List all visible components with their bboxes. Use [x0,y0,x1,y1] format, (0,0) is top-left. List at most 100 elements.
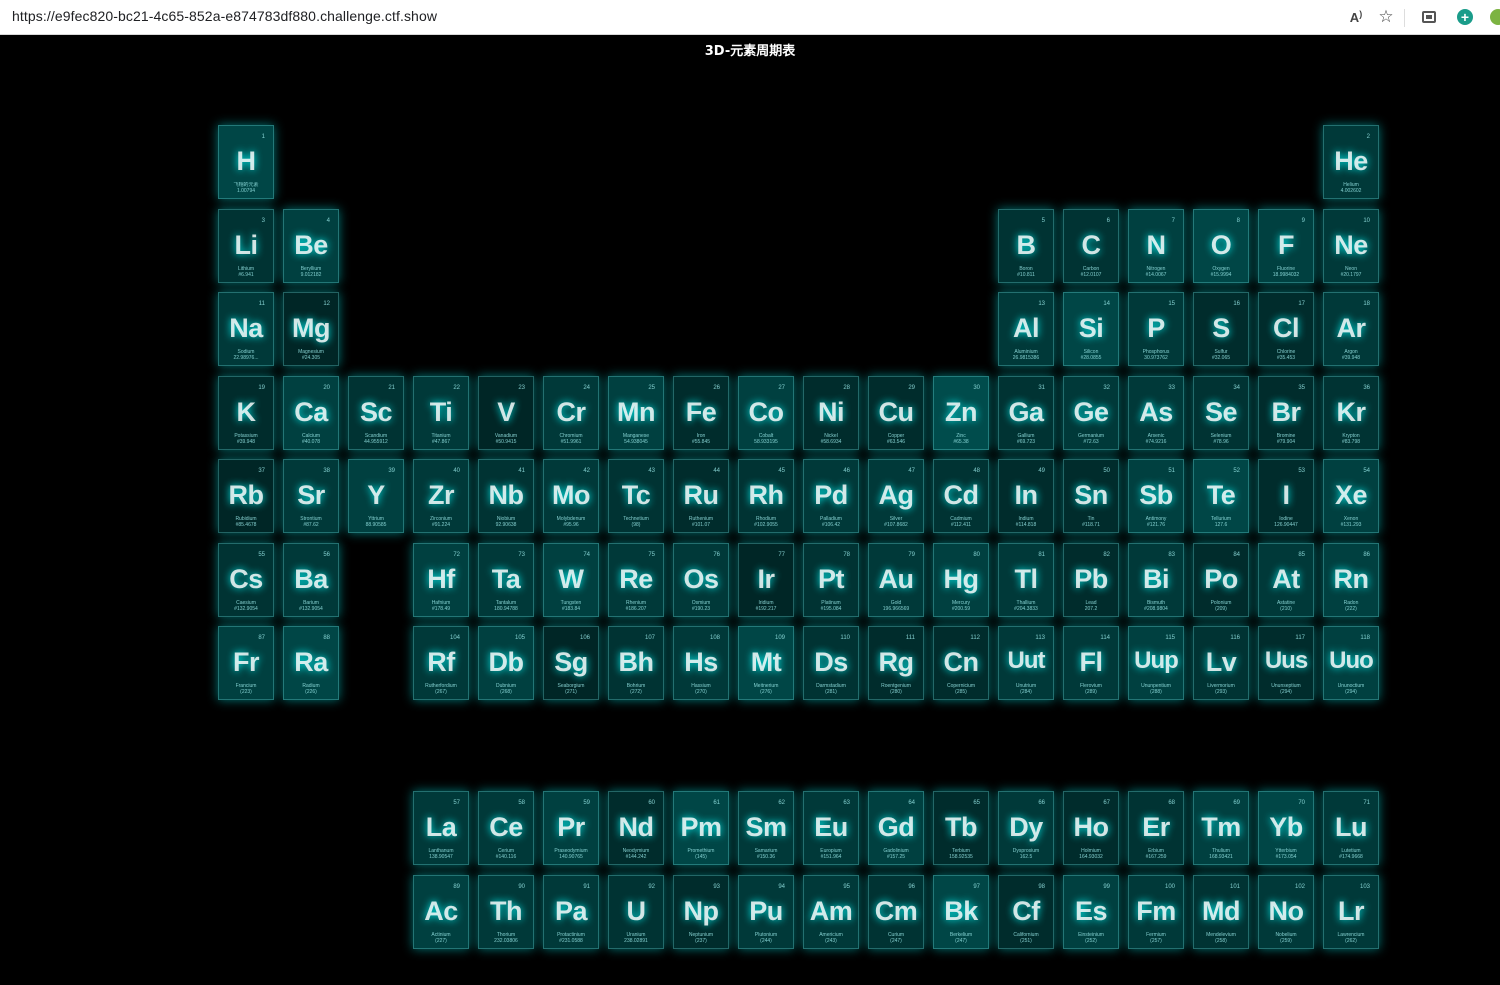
element-tile-pm[interactable]: 61 Pm Promethium (145) [673,791,729,865]
element-tile-ba[interactable]: 56 Ba Barium #132.9054 [283,543,339,617]
element-tile-bi[interactable]: 83 Bi Bismuth #208.9804 [1128,543,1184,617]
element-tile-hg[interactable]: 80 Hg Mercury #200.59 [933,543,989,617]
element-tile-cu[interactable]: 29 Cu Copper #63.546 [868,376,924,450]
element-tile-lr[interactable]: 103 Lr Lawrencium (262) [1323,875,1379,949]
element-tile-na[interactable]: 11 Na Sodium 22.98976... [218,292,274,366]
element-tile-ra[interactable]: 88 Ra Radium (226) [283,626,339,700]
element-tile-md[interactable]: 101 Md Mendelevium (258) [1193,875,1249,949]
element-tile-te[interactable]: 52 Te Tellurium 127.6 [1193,459,1249,533]
element-tile-w[interactable]: 74 W Tungsten #183.84 [543,543,599,617]
element-tile-mo[interactable]: 42 Mo Molybdenum #95.96 [543,459,599,533]
element-tile-ds[interactable]: 110 Ds Darmstadium (281) [803,626,859,700]
element-tile-sb[interactable]: 51 Sb Antimony #121.76 [1128,459,1184,533]
element-tile-xe[interactable]: 54 Xe Xenon #131.293 [1323,459,1379,533]
element-tile-rb[interactable]: 37 Rb Rubidium #85.4678 [218,459,274,533]
element-tile-dy[interactable]: 66 Dy Dysprosium 162.5 [998,791,1054,865]
element-tile-la[interactable]: 57 La Lanthanum 138.90547 [413,791,469,865]
element-tile-ru[interactable]: 44 Ru Ruthenium #101.07 [673,459,729,533]
element-tile-er[interactable]: 68 Er Erbium #167.259 [1128,791,1184,865]
element-tile-rg[interactable]: 111 Rg Roentgenium (280) [868,626,924,700]
element-tile-fl[interactable]: 114 Fl Flerovium (289) [1063,626,1119,700]
element-tile-li[interactable]: 3 Li Lithium #6.941 [218,209,274,283]
element-tile-eu[interactable]: 63 Eu Europium #151.964 [803,791,859,865]
element-tile-nd[interactable]: 60 Nd Neodymium #144.242 [608,791,664,865]
element-tile-mn[interactable]: 25 Mn Manganese 54.938045 [608,376,664,450]
element-tile-al[interactable]: 13 Al Aluminium 26.9815386 [998,292,1054,366]
element-tile-lv[interactable]: 116 Lv Livermorium (293) [1193,626,1249,700]
element-tile-ge[interactable]: 32 Ge Germanium #72.63 [1063,376,1119,450]
element-tile-db[interactable]: 105 Db Dubnium (268) [478,626,534,700]
element-tile-cn[interactable]: 112 Cn Copernicium (285) [933,626,989,700]
element-tile-ne[interactable]: 10 Ne Neon #20.1797 [1323,209,1379,283]
element-tile-y[interactable]: 39 Y Yttrium 88.90585 [348,459,404,533]
element-tile-tb[interactable]: 65 Tb Terbium 158.92535 [933,791,989,865]
element-tile-be[interactable]: 4 Be Beryllium 9.012182 [283,209,339,283]
element-tile-sn[interactable]: 50 Sn Tin #118.71 [1063,459,1119,533]
element-tile-zn[interactable]: 30 Zn Zinc #65.38 [933,376,989,450]
element-tile-uuo[interactable]: 118 Uuo Ununoctium (294) [1323,626,1379,700]
element-tile-ar[interactable]: 18 Ar Argon #39.948 [1323,292,1379,366]
element-tile-au[interactable]: 79 Au Gold 196.966569 [868,543,924,617]
element-tile-co[interactable]: 27 Co Cobalt 58.933195 [738,376,794,450]
element-tile-pt[interactable]: 78 Pt Platinum #195.084 [803,543,859,617]
element-tile-si[interactable]: 14 Si Silicon #28.0855 [1063,292,1119,366]
element-tile-ti[interactable]: 22 Ti Titanium #47.867 [413,376,469,450]
element-tile-uup[interactable]: 115 Uup Ununpentium (288) [1128,626,1184,700]
element-tile-ce[interactable]: 58 Ce Cerium #140.116 [478,791,534,865]
element-tile-i[interactable]: 53 I Iodine 126.90447 [1258,459,1314,533]
element-tile-cl[interactable]: 17 Cl Chlorine #35.453 [1258,292,1314,366]
element-tile-se[interactable]: 34 Se Selenium #78.96 [1193,376,1249,450]
element-tile-sc[interactable]: 21 Sc Scandium 44.955912 [348,376,404,450]
element-tile-as[interactable]: 33 As Arsenic #74.9216 [1128,376,1184,450]
element-tile-ta[interactable]: 73 Ta Tantalum 180.94788 [478,543,534,617]
element-tile-bh[interactable]: 107 Bh Bohrium (272) [608,626,664,700]
element-tile-in[interactable]: 49 In Indium #114.818 [998,459,1054,533]
element-tile-fm[interactable]: 100 Fm Fermium (257) [1128,875,1184,949]
element-tile-rn[interactable]: 86 Rn Radon (222) [1323,543,1379,617]
element-tile-f[interactable]: 9 F Fluorine 18.9984032 [1258,209,1314,283]
element-tile-no[interactable]: 102 No Nobelium (259) [1258,875,1314,949]
element-tile-hf[interactable]: 72 Hf Hafnium #178.49 [413,543,469,617]
element-tile-sg[interactable]: 106 Sg Seaborgium (271) [543,626,599,700]
element-tile-fe[interactable]: 26 Fe Iron #55.845 [673,376,729,450]
element-tile-gd[interactable]: 64 Gd Gadolinium #157.25 [868,791,924,865]
element-tile-b[interactable]: 5 B Boron #10.811 [998,209,1054,283]
element-tile-ni[interactable]: 28 Ni Nickel #58.6934 [803,376,859,450]
element-tile-nb[interactable]: 41 Nb Niobium 92.90638 [478,459,534,533]
element-tile-am[interactable]: 95 Am Americium (243) [803,875,859,949]
element-tile-ga[interactable]: 31 Ga Gallium #69.723 [998,376,1054,450]
element-tile-rh[interactable]: 45 Rh Rhodium #102.9055 [738,459,794,533]
element-tile-pr[interactable]: 59 Pr Praseodymium 140.90765 [543,791,599,865]
element-tile-re[interactable]: 75 Re Rhenium #186.207 [608,543,664,617]
element-tile-uut[interactable]: 113 Uut Unutrium (284) [998,626,1054,700]
element-tile-cd[interactable]: 48 Cd Cadmium #112.411 [933,459,989,533]
element-tile-cf[interactable]: 98 Cf Californium (251) [998,875,1054,949]
element-tile-pd[interactable]: 46 Pd Palladium #106.42 [803,459,859,533]
element-tile-ag[interactable]: 47 Ag Silver #107.8682 [868,459,924,533]
element-tile-rf[interactable]: 104 Rf Rutherfordium (267) [413,626,469,700]
element-tile-kr[interactable]: 36 Kr Krypton #83.798 [1323,376,1379,450]
element-tile-cm[interactable]: 96 Cm Curium (247) [868,875,924,949]
element-tile-mt[interactable]: 109 Mt Meitnerium (276) [738,626,794,700]
element-tile-po[interactable]: 84 Po Polonium (209) [1193,543,1249,617]
element-tile-v[interactable]: 23 V Vanadium #50.9415 [478,376,534,450]
element-tile-bk[interactable]: 97 Bk Berkelium (247) [933,875,989,949]
element-tile-ho[interactable]: 67 Ho Holmium 164.93032 [1063,791,1119,865]
element-tile-k[interactable]: 19 K Potassium #39.948 [218,376,274,450]
element-tile-at[interactable]: 85 At Astatine (210) [1258,543,1314,617]
element-tile-sm[interactable]: 62 Sm Samarium #150.36 [738,791,794,865]
element-tile-pu[interactable]: 94 Pu Plutonium (244) [738,875,794,949]
element-tile-c[interactable]: 6 C Carbon #12.0107 [1063,209,1119,283]
element-tile-cr[interactable]: 24 Cr Chromium #51.9961 [543,376,599,450]
element-tile-cs[interactable]: 55 Cs Caesium #132.9054 [218,543,274,617]
element-tile-os[interactable]: 76 Os Osmium #190.23 [673,543,729,617]
element-tile-pa[interactable]: 91 Pa Protactinium #231.0588 [543,875,599,949]
element-tile-s[interactable]: 16 S Sulfur #32.065 [1193,292,1249,366]
element-tile-br[interactable]: 35 Br Bromine #79.904 [1258,376,1314,450]
element-tile-mg[interactable]: 12 Mg Magnesium #24.305 [283,292,339,366]
element-tile-o[interactable]: 8 O Oxygen #15.9994 [1193,209,1249,283]
element-tile-ac[interactable]: 89 Ac Actinium (227) [413,875,469,949]
element-tile-fr[interactable]: 87 Fr Francium (223) [218,626,274,700]
element-tile-uus[interactable]: 117 Uus Ununseptium (294) [1258,626,1314,700]
element-tile-tm[interactable]: 69 Tm Thulium 168.93421 [1193,791,1249,865]
